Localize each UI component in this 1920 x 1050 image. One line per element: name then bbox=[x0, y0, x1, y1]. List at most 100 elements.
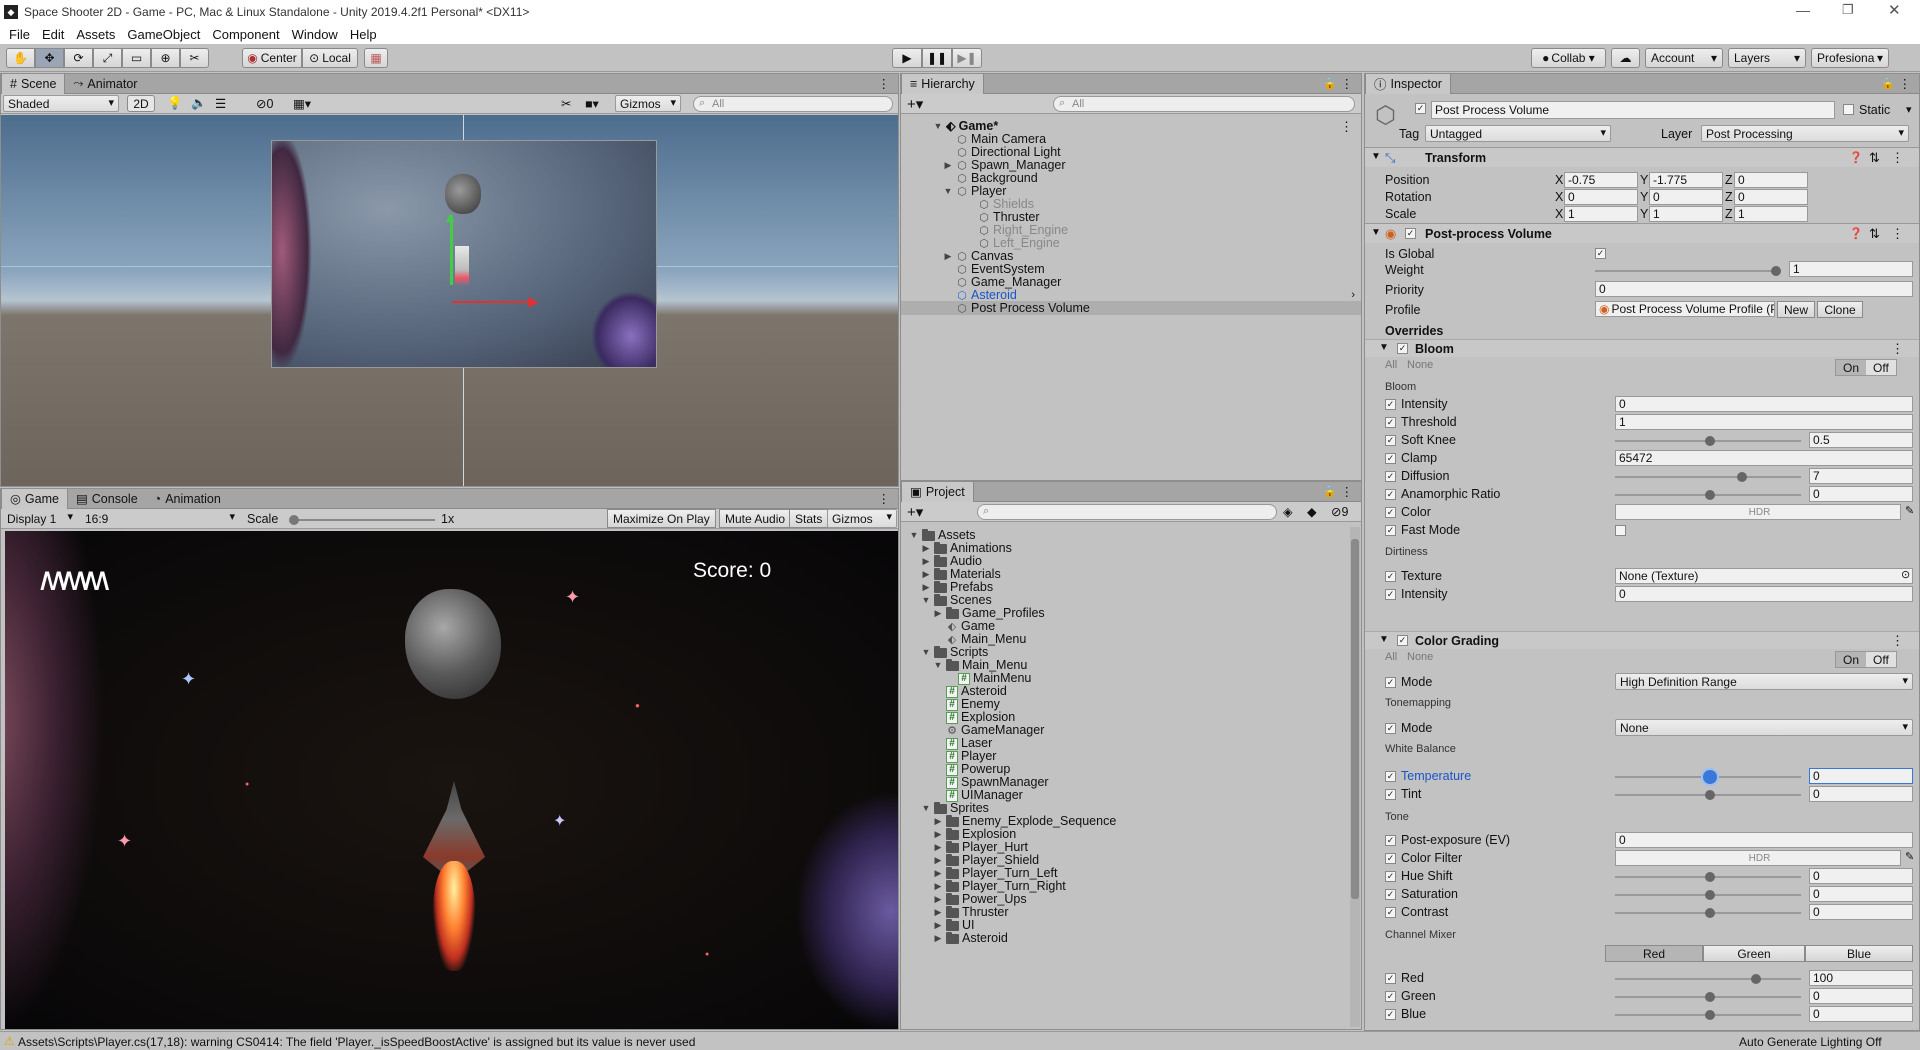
hidden-packages-icon[interactable]: ⊘9 bbox=[1331, 504, 1348, 519]
dirt-texture-override-checkbox[interactable]: ✓ bbox=[1385, 571, 1396, 582]
tab-game[interactable]: ◎Game bbox=[1, 489, 68, 509]
position-y-input[interactable]: -1.775 bbox=[1649, 172, 1723, 188]
bloom-off-button[interactable]: Off bbox=[1866, 360, 1896, 375]
custom-tool-button[interactable]: ✂ bbox=[180, 48, 209, 68]
scale-y-input[interactable]: 1 bbox=[1649, 206, 1723, 222]
channel-mixer-blue-tab[interactable]: Blue bbox=[1805, 945, 1913, 962]
expand-arrow-icon[interactable]: ▼ bbox=[933, 659, 943, 672]
hidden-objects-icon[interactable]: ⊘0 bbox=[256, 96, 273, 111]
profile-field[interactable]: ◉Post Process Volume Profile (Pos bbox=[1595, 301, 1775, 317]
expand-arrow-icon[interactable]: ▼ bbox=[921, 594, 931, 607]
pivot-local-button[interactable]: ⊙Local bbox=[302, 48, 358, 68]
bloom-on-off-toggle[interactable]: OnOff bbox=[1835, 359, 1897, 376]
scene-search-input[interactable]: ⌕All bbox=[693, 96, 893, 112]
foldout-arrow-icon[interactable]: ▼ bbox=[1379, 342, 1389, 353]
game-gizmos-dropdown[interactable]: Gizmos bbox=[827, 509, 897, 528]
scene-gizmos-dropdown[interactable]: Gizmos bbox=[615, 95, 681, 112]
wb-temperature-override-checkbox[interactable]: ✓ bbox=[1385, 771, 1396, 782]
expand-arrow-icon[interactable]: ▶ bbox=[943, 250, 953, 263]
project-item[interactable]: ▶Asteroid bbox=[933, 932, 1008, 945]
cg-on-off-toggle[interactable]: OnOff bbox=[1835, 651, 1897, 668]
object-picker-icon[interactable]: ⊙ bbox=[1901, 568, 1910, 581]
mixer-red-override-checkbox[interactable]: ✓ bbox=[1385, 973, 1396, 984]
channel-mixer-red-tab[interactable]: Red bbox=[1605, 945, 1703, 962]
expand-arrow-icon[interactable]: ▶ bbox=[943, 159, 953, 172]
cg-mode-override-checkbox[interactable]: ✓ bbox=[1385, 677, 1396, 688]
filter-label-icon[interactable]: ◆ bbox=[1307, 504, 1317, 519]
project-search-input[interactable]: ⌕ bbox=[977, 504, 1277, 520]
is-global-checkbox[interactable]: ✓ bbox=[1595, 248, 1606, 259]
mixer-green-slider-knob[interactable] bbox=[1705, 992, 1715, 1002]
step-button[interactable]: ▶❚ bbox=[952, 48, 982, 68]
rotation-z-input[interactable]: 0 bbox=[1734, 189, 1808, 205]
panel-menu-icon[interactable]: ⋮ bbox=[878, 491, 891, 506]
menu-item-assets[interactable]: Assets bbox=[76, 27, 115, 42]
color-grading-enabled-checkbox[interactable]: ✓ bbox=[1397, 635, 1408, 646]
expand-arrow-icon[interactable]: ▶ bbox=[933, 932, 943, 945]
lock-icon[interactable]: 🔒 bbox=[1323, 77, 1337, 90]
position-z-input[interactable]: 0 bbox=[1734, 172, 1808, 188]
project-item[interactable]: ▶Enemy_Explode_Sequence bbox=[933, 815, 1116, 828]
close-button[interactable]: ✕ bbox=[1888, 1, 1901, 19]
expand-arrow-icon[interactable]: ▼ bbox=[933, 120, 943, 133]
bloom-soft-knee-input[interactable]: 0.5 bbox=[1809, 432, 1913, 448]
eyedropper-icon[interactable]: ✎ bbox=[1905, 850, 1914, 863]
eyedropper-icon[interactable]: ✎ bbox=[1905, 504, 1914, 517]
status-warning-text[interactable]: Assets\Scripts\Player.cs(17,18): warning… bbox=[18, 1035, 695, 1049]
hue-shift-input[interactable]: 0 bbox=[1809, 868, 1913, 884]
hierarchy-search-input[interactable]: ⌕All bbox=[1053, 96, 1355, 112]
shading-mode-dropdown[interactable]: Shaded bbox=[3, 95, 119, 112]
bloom-intensity-override-checkbox[interactable]: ✓ bbox=[1385, 399, 1396, 410]
maximize-button[interactable]: ❐ bbox=[1842, 2, 1854, 18]
bloom-header[interactable]: ▼ ✓ Bloom ⋮ bbox=[1365, 339, 1919, 357]
menu-item-file[interactable]: File bbox=[9, 27, 30, 42]
static-dropdown-icon[interactable]: ▾ bbox=[1906, 103, 1912, 116]
expand-arrow-icon[interactable]: ▶ bbox=[933, 919, 943, 932]
expand-arrow-icon[interactable]: ▶ bbox=[933, 815, 943, 828]
cg-on-button[interactable]: On bbox=[1836, 652, 1866, 667]
color-filter-color-field[interactable]: HDR bbox=[1615, 850, 1901, 866]
wb-tint-slider[interactable] bbox=[1615, 794, 1801, 796]
menu-item-help[interactable]: Help bbox=[350, 27, 377, 42]
tools-icon[interactable]: ✂ bbox=[561, 96, 571, 111]
project-scrollbar[interactable] bbox=[1350, 527, 1360, 1027]
cg-all-link[interactable]: All bbox=[1385, 651, 1397, 663]
saturation-override-checkbox[interactable]: ✓ bbox=[1385, 889, 1396, 900]
layers-dropdown[interactable]: Layers▾ bbox=[1728, 48, 1806, 68]
color-filter-override-checkbox[interactable]: ✓ bbox=[1385, 853, 1396, 864]
expand-arrow-icon[interactable]: ▶ bbox=[921, 542, 931, 555]
menu-item-gameobject[interactable]: GameObject bbox=[127, 27, 200, 42]
play-button[interactable]: ▶ bbox=[892, 48, 922, 68]
expand-arrow-icon[interactable]: ▶ bbox=[933, 867, 943, 880]
post-exposure-override-checkbox[interactable]: ✓ bbox=[1385, 835, 1396, 846]
asteroid-sprite[interactable] bbox=[445, 174, 481, 214]
minimize-button[interactable]: — bbox=[1796, 2, 1810, 18]
tab-console[interactable]: ▤Console bbox=[68, 489, 146, 509]
bloom-clamp-input[interactable]: 65472 bbox=[1615, 450, 1913, 466]
bloom-threshold-input[interactable]: 1 bbox=[1615, 414, 1913, 430]
mixer-green-input[interactable]: 0 bbox=[1809, 988, 1913, 1004]
menu-item-edit[interactable]: Edit bbox=[42, 27, 64, 42]
cg-none-link[interactable]: None bbox=[1407, 651, 1433, 663]
foldout-arrow-icon[interactable]: ▼ bbox=[1379, 634, 1389, 645]
bloom-clamp-override-checkbox[interactable]: ✓ bbox=[1385, 453, 1396, 464]
bloom-fast-mode-checkbox[interactable] bbox=[1615, 525, 1626, 536]
tab-hierarchy[interactable]: ≡Hierarchy bbox=[901, 74, 984, 94]
pivot-center-button[interactable]: ◉Center bbox=[242, 48, 302, 68]
component-menu-icon[interactable]: ⋮ bbox=[1891, 150, 1904, 166]
dirt-texture-object-field[interactable]: None (Texture) bbox=[1615, 568, 1913, 584]
hand-tool-button[interactable]: ✋ bbox=[6, 48, 35, 68]
mixer-blue-override-checkbox[interactable]: ✓ bbox=[1385, 1009, 1396, 1020]
menu-item-window[interactable]: Window bbox=[292, 27, 338, 42]
scale-slider-knob[interactable] bbox=[289, 515, 299, 525]
mixer-red-slider-knob[interactable] bbox=[1751, 974, 1761, 984]
tab-scene[interactable]: #Scene bbox=[1, 74, 65, 94]
auto-lighting-status[interactable]: Auto Generate Lighting Off bbox=[1739, 1035, 1882, 1049]
bloom-fast-mode-override-checkbox[interactable]: ✓ bbox=[1385, 525, 1396, 536]
tab-project[interactable]: ▣Project bbox=[901, 482, 974, 502]
hue-shift-slider-knob[interactable] bbox=[1705, 872, 1715, 882]
hue-shift-slider[interactable] bbox=[1615, 876, 1801, 878]
help-icon[interactable]: ❓ bbox=[1849, 151, 1863, 164]
component-menu-icon[interactable]: ⋮ bbox=[1891, 226, 1904, 242]
transform-header[interactable]: ▼ ⤡ Transform ❓ ⇅ ⋮ bbox=[1365, 147, 1919, 167]
